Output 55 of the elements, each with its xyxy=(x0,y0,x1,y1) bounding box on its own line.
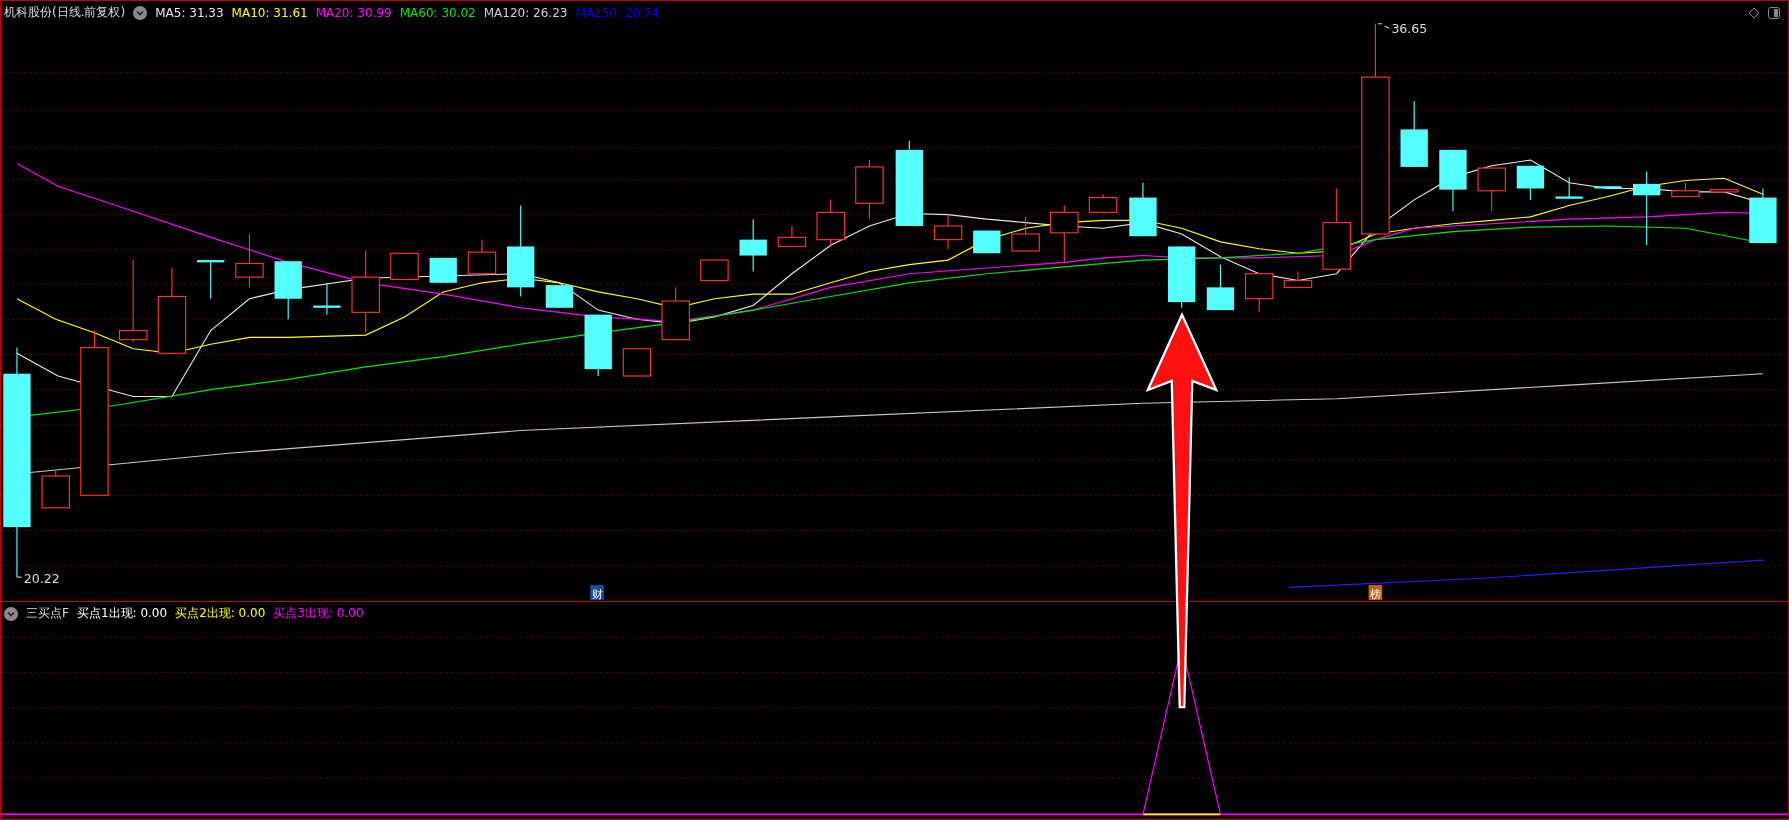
candlestick xyxy=(1129,182,1157,237)
event-marker[interactable]: 榜 xyxy=(1368,585,1383,601)
candlestick xyxy=(739,218,767,272)
candlestick xyxy=(1206,264,1235,311)
moving-average-value: MA5: 31.33 xyxy=(155,5,224,20)
candlestick xyxy=(933,214,963,250)
candlestick xyxy=(1088,193,1118,213)
candlestick xyxy=(235,233,264,288)
candlestick xyxy=(1594,185,1622,190)
candlestick xyxy=(584,314,612,377)
panel-toggle-icon[interactable] xyxy=(1768,7,1780,19)
candlestick xyxy=(1477,167,1506,212)
event-marker[interactable]: 财 xyxy=(590,585,604,601)
chevron-down-icon[interactable] xyxy=(4,606,18,621)
candlestick xyxy=(429,257,457,284)
candlestick xyxy=(973,230,1001,254)
indicator-title: 三买点F xyxy=(26,605,69,622)
candlestick xyxy=(1555,176,1583,200)
candlestick xyxy=(1749,187,1777,244)
candlestick xyxy=(274,260,302,320)
candlestick xyxy=(1283,270,1313,288)
candlestick xyxy=(1400,100,1428,168)
indicator-value: 买点1出现: 0.00 xyxy=(76,605,168,622)
candlestick xyxy=(41,468,70,509)
candlestick xyxy=(1244,273,1274,313)
candlestick xyxy=(390,252,419,280)
candlestick xyxy=(1050,205,1079,263)
candlestick xyxy=(816,199,845,247)
moving-average-value: MA120: 26.23 xyxy=(483,5,568,20)
moving-average-value: MA60: 30.02 xyxy=(399,5,476,20)
candlestick xyxy=(545,284,574,309)
candlestick xyxy=(622,348,652,377)
candlestick xyxy=(197,259,225,300)
moving-average-value: MA20: 30.99 xyxy=(315,5,392,20)
candlestick xyxy=(700,259,729,282)
candlestick xyxy=(1671,182,1700,197)
candlestick xyxy=(661,286,690,341)
diamond-icon[interactable] xyxy=(1748,7,1760,19)
candlestick xyxy=(855,159,884,220)
moving-average-value: MA10: 31.61 xyxy=(231,5,308,20)
candlestick xyxy=(1709,189,1739,193)
chevron-down-icon[interactable] xyxy=(133,5,148,20)
low-price-label: 20.22 xyxy=(16,570,60,586)
candlestick xyxy=(1439,149,1467,212)
moving-average-value: MA250: 20.74 xyxy=(575,5,660,20)
candlestick xyxy=(313,282,341,316)
high-price-label: 36.65 xyxy=(1377,20,1428,36)
indicator-value: 买点2出现: 0.00 xyxy=(175,605,266,622)
candlestick xyxy=(467,239,497,275)
candlestick xyxy=(1011,216,1040,252)
indicator-value: 买点3出现: 0.00 xyxy=(273,605,364,622)
chart-title: 机科股份(日线.前复权) xyxy=(4,4,126,21)
candlestick xyxy=(1168,245,1196,309)
candlestick xyxy=(1516,165,1545,201)
candlestick xyxy=(777,225,807,247)
